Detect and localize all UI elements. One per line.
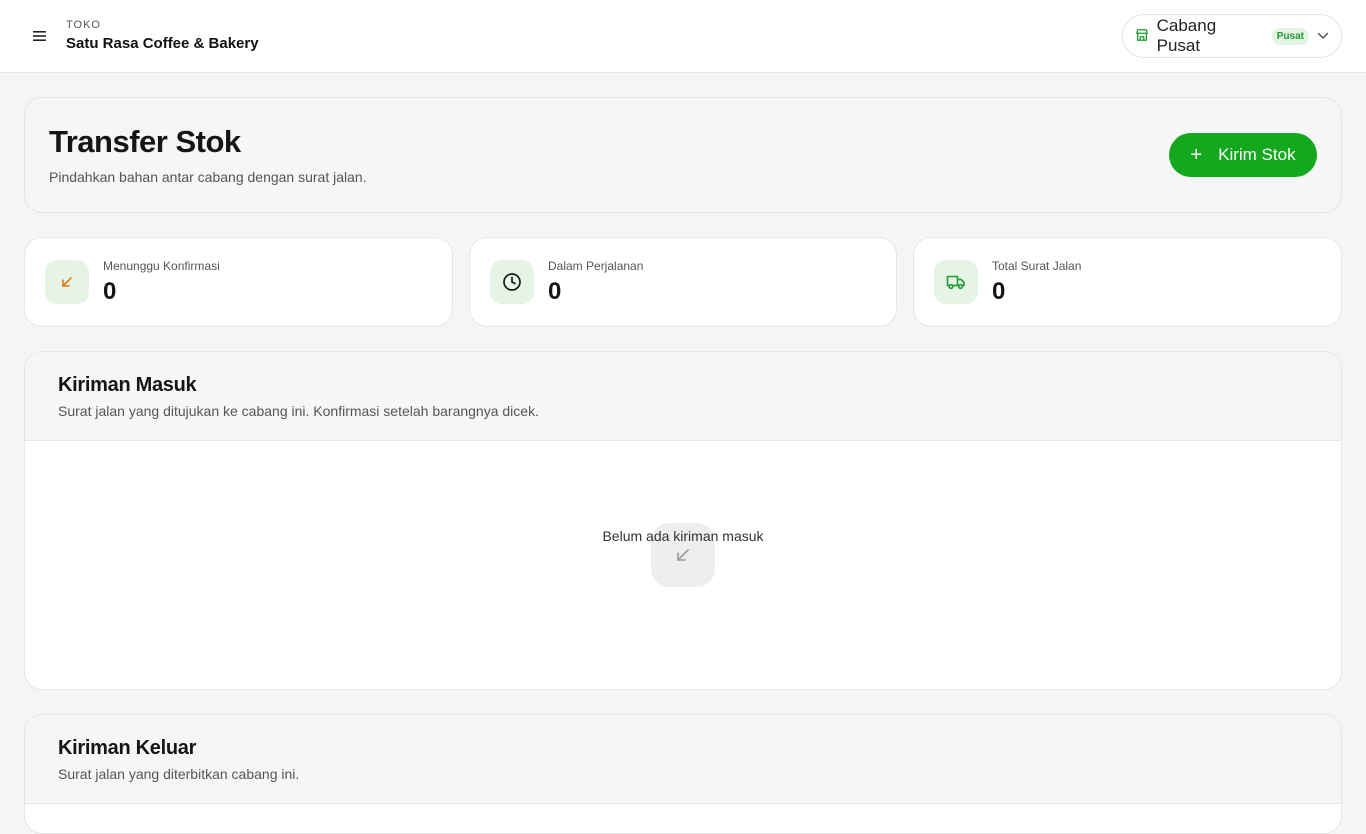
stat-label: Dalam Perjalanan — [548, 259, 644, 273]
menu-icon[interactable] — [26, 24, 54, 48]
stat-card-pending: Menunggu Konfirmasi 0 — [24, 237, 453, 327]
page-subtitle: Pindahkan bahan antar cabang dengan sura… — [49, 169, 367, 185]
stat-card-in-transit: Dalam Perjalanan 0 — [469, 237, 897, 327]
top-bar: TOKO Satu Rasa Coffee & Bakery Cabang Pu… — [0, 0, 1366, 73]
incoming-section: Kiriman Masuk Surat jalan yang ditujukan… — [24, 351, 1342, 690]
page-header: Transfer Stok Pindahkan bahan antar caba… — [24, 97, 1342, 213]
stat-value: 0 — [548, 278, 562, 305]
branch-badge: Pusat — [1271, 27, 1309, 45]
section-title: Kiriman Keluar — [58, 737, 197, 759]
empty-state: Belum ada kiriman masuk — [25, 441, 1341, 600]
store-name: Satu Rasa Coffee & Bakery — [66, 35, 259, 52]
empty-state-text: Belum ada kiriman masuk — [602, 528, 764, 544]
stat-card-total: Total Surat Jalan 0 — [913, 237, 1342, 327]
outgoing-section-header: Kiriman Keluar Surat jalan yang diterbit… — [25, 715, 1341, 804]
send-stock-label: Kirim Stok — [1218, 145, 1296, 164]
outgoing-section: Kiriman Keluar Surat jalan yang diterbit… — [24, 714, 1342, 834]
truck-icon — [934, 260, 978, 304]
store-label: TOKO — [66, 19, 101, 31]
send-stock-button[interactable]: + Kirim Stok — [1169, 133, 1317, 177]
stat-value: 0 — [103, 278, 117, 305]
stat-label: Menunggu Konfirmasi — [103, 259, 220, 273]
section-title: Kiriman Masuk — [58, 374, 197, 396]
branch-name: Cabang Pusat — [1156, 16, 1217, 55]
incoming-section-header: Kiriman Masuk Surat jalan yang ditujukan… — [25, 352, 1341, 441]
arrow-down-left-icon — [45, 260, 89, 304]
store-icon — [1135, 28, 1151, 44]
stat-label: Total Surat Jalan — [992, 259, 1082, 273]
section-subtitle: Surat jalan yang diterbitkan cabang ini. — [58, 766, 300, 782]
clock-icon — [490, 260, 534, 304]
chevron-down-icon — [1317, 32, 1329, 40]
plus-icon: + — [1190, 144, 1203, 166]
page-title: Transfer Stok — [49, 124, 241, 159]
stat-value: 0 — [992, 278, 1006, 305]
section-subtitle: Surat jalan yang ditujukan ke cabang ini… — [58, 403, 539, 419]
branch-selector[interactable]: Cabang Pusat Pusat — [1122, 14, 1342, 58]
